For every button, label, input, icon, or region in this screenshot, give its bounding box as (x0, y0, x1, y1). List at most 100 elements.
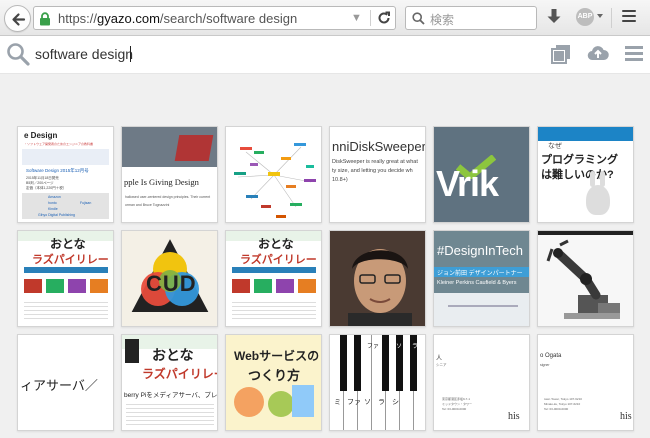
tile-block (46, 279, 64, 293)
thumbnail-raspi-relay-2[interactable]: おとな ラズパイリレー (225, 230, 322, 327)
tile-block (90, 279, 108, 293)
card-address: town Tower, Tokyo 107-6210 (544, 397, 582, 401)
tile-store-label: honto (48, 201, 57, 205)
thumbnail-media-server-text[interactable]: ィアサーバ／ (17, 334, 114, 431)
adblock-icon[interactable]: ABP (576, 8, 594, 26)
search-icon[interactable] (6, 42, 30, 66)
tile-title: Webサービスの (234, 349, 320, 363)
tile-line: ジョン前田 デザインパートナー (437, 271, 523, 277)
lock-icon (40, 12, 50, 26)
tile-header: なぜ (548, 143, 562, 150)
tile-line-rule (448, 305, 518, 307)
download-icon[interactable] (546, 8, 562, 26)
url-bar-divider (370, 10, 371, 26)
thumbnail-cud-logo[interactable]: CUD (121, 230, 218, 327)
thumbnail-mind-map[interactable] (225, 126, 322, 223)
tile-text-lines (24, 299, 108, 319)
collection-icon[interactable] (551, 44, 571, 64)
tile-line: 10.8+) (332, 177, 348, 183)
tile-store-label: Gihyo Digital Publishing (38, 213, 75, 217)
thumbnail-web-service-book[interactable]: Webサービスの つくり方 (225, 334, 322, 431)
piano-black-key (340, 335, 347, 391)
back-button[interactable] (4, 5, 31, 32)
tile-block (68, 279, 86, 293)
magnifier-icon (412, 12, 425, 25)
tile-text-lines (232, 299, 316, 319)
tile-title: おとな (258, 237, 294, 251)
thumbnail-software-design-magazine[interactable]: e Design ・ソフトウェア開発者のためのエンジニアの教科書 Softwar… (17, 126, 114, 223)
thumbnail-apple-design-article[interactable]: pple Is Giving Design hallowed user-cent… (121, 126, 218, 223)
gyazo-search-input[interactable] (35, 44, 535, 64)
tile-title: nniDiskSweeper (332, 139, 426, 154)
tile-title: ラズパイリレー (240, 254, 317, 266)
url-bar[interactable]: https://gyazo.com/search/software design… (33, 6, 396, 30)
tile-store-label: Kindle (48, 207, 58, 211)
browser-search-placeholder: 検索 (430, 13, 455, 27)
thumbnail-raspi-relay-3[interactable]: おとな ラズパイリレー berry Piをメディアサーバ、プレーヤにしよ (121, 334, 218, 431)
tile-wordmark: Vrik (436, 163, 499, 204)
card-address: Tel: 03-0000-0000 (544, 407, 569, 411)
thumbnail-portrait-photo[interactable] (329, 230, 426, 327)
tile-headline: pple Is Giving Design (124, 177, 199, 187)
thumbnail-programming-book[interactable]: なぜ プログラミング は難しいのか? (537, 126, 634, 223)
tile-title: おとな (50, 237, 86, 251)
tile-photo-detail (174, 135, 214, 161)
tile-logo-text: CUD (146, 271, 197, 296)
url-text: https://gyazo.com/search/software design (58, 11, 298, 26)
tile-line: 定価（本体1,220円＋税） (26, 186, 67, 190)
card-brand: his (620, 411, 632, 422)
card-address: ミッドタウン・タワー (442, 402, 473, 406)
text-cursor (130, 46, 131, 62)
tile-title: ラズパイリレー (142, 367, 218, 381)
browser-toolbar: https://gyazo.com/search/software design… (0, 0, 650, 36)
card-address: Tel: 03-0000-0000 (442, 407, 467, 411)
tile-link: Software Design 2015年12月号 (26, 168, 89, 173)
tile-block (254, 279, 272, 293)
thumbnail-raspi-relay-1[interactable]: おとな ラズパイリレー (17, 230, 114, 327)
tile-store-label: Amazon (48, 195, 61, 199)
browser-search-box[interactable]: 検索 (405, 6, 537, 30)
tile-title: プログラミング (541, 154, 618, 166)
thumbnail-business-card-1[interactable]: 人 シニア 東京都港区赤坂9-7-1 ミッドタウン・タワー Tel: 03-00… (433, 334, 530, 431)
thumbnail-piano-keys[interactable]: ファ ソ ラ ミ ファ ソ ラ シ (329, 334, 426, 431)
tile-line: Kleiner Perkins Caufield & Byers (437, 280, 517, 286)
tile-line: orman and Bruce Tognazzini (125, 203, 170, 207)
thumbnail-omnidisksweeper[interactable]: nniDiskSweeper DiskSweeper is really gre… (329, 126, 426, 223)
tile-subtitle: berry Piをメディアサーバ、プレーヤにしよ (124, 392, 218, 399)
thumbnail-design-in-tech[interactable]: #DesignInTech ジョン前田 デザインパートナー Kleiner Pe… (433, 230, 530, 327)
thumbnail-business-card-2[interactable]: o Ogata signer town Tower, Tokyo 107-621… (537, 334, 634, 431)
tile-title: おとな (152, 347, 194, 363)
key-label: ミ (334, 399, 341, 406)
rabbit-ear (590, 171, 595, 187)
card-role: シニア (436, 363, 447, 367)
key-label: ラ (378, 399, 385, 406)
gyazo-menu-icon[interactable] (625, 44, 643, 62)
tile-title: ラズパイリレー (32, 254, 109, 266)
key-label: ファ (347, 399, 361, 406)
upload-cloud-icon[interactable] (587, 44, 609, 62)
thumbnail-wrike[interactable]: Vrik (433, 126, 530, 223)
card-brand: his (508, 411, 520, 422)
tile-lower-area (434, 293, 529, 326)
reload-icon[interactable] (376, 10, 392, 26)
tile-header-band (538, 127, 633, 141)
tile-hashtag: #DesignInTech (437, 243, 523, 258)
robot-arm-graphic (538, 231, 633, 326)
tile-block (232, 279, 250, 293)
key-label: ラ (412, 344, 419, 350)
tile-block (298, 279, 316, 293)
tile-subtitle: ・ソフトウェア開発者のためのエンジニアの教科書 (24, 142, 94, 146)
illustration-blob (234, 387, 264, 417)
key-label: シ (392, 399, 399, 406)
tile-line: ty size, and letting you decide wh (332, 168, 413, 174)
adblock-caret-icon[interactable] (597, 14, 603, 18)
url-dropdown-icon[interactable]: ▼ (351, 12, 362, 24)
tile-text-lines (126, 401, 214, 427)
card-name: o Ogata (540, 353, 562, 359)
browser-menu-icon[interactable] (622, 10, 636, 24)
tile-line: hallowed user-centered design principles… (125, 195, 211, 199)
key-label: ソ (396, 344, 403, 350)
rabbit-illustration (586, 185, 610, 215)
thumbnail-robot-arm[interactable] (537, 230, 634, 327)
tile-store-label: Fujisan (80, 201, 92, 205)
